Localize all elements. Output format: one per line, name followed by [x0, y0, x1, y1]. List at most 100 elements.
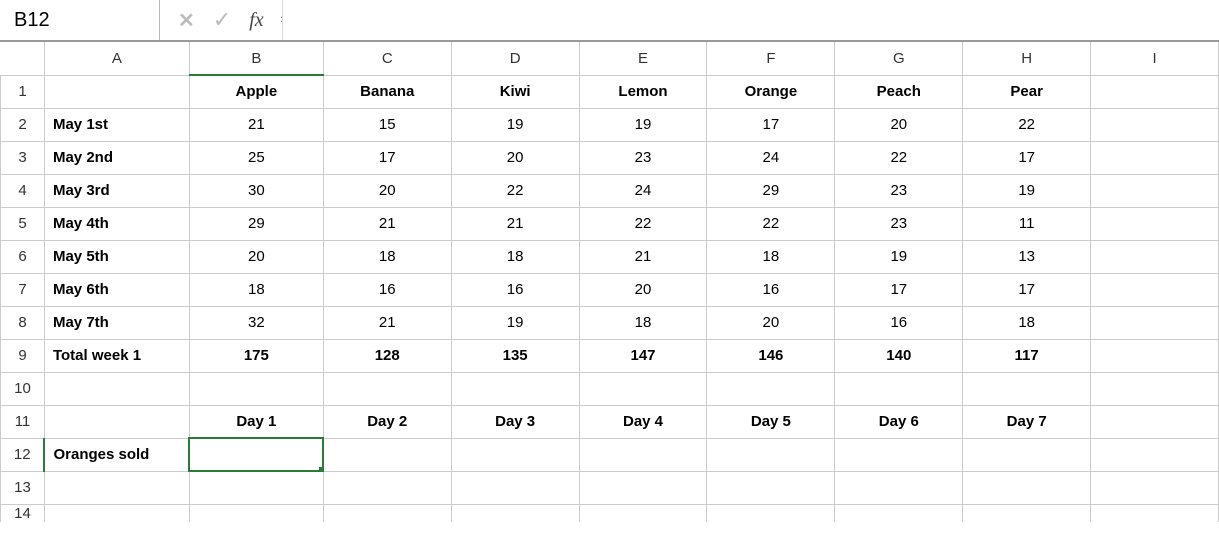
- cell-A4[interactable]: May 3rd: [44, 174, 189, 207]
- col-head-G[interactable]: G: [835, 42, 963, 75]
- cell-F5[interactable]: 22: [707, 207, 835, 240]
- col-head-D[interactable]: D: [451, 42, 579, 75]
- accept-icon[interactable]: ✓: [213, 7, 231, 33]
- cell-F4[interactable]: 29: [707, 174, 835, 207]
- cell-B5[interactable]: 29: [189, 207, 323, 240]
- cell-G11[interactable]: Day 6: [835, 405, 963, 438]
- cell-D2[interactable]: 19: [451, 108, 579, 141]
- cell-F7[interactable]: 16: [707, 273, 835, 306]
- cell-D10[interactable]: [451, 372, 579, 405]
- cell-F3[interactable]: 24: [707, 141, 835, 174]
- cell-C3[interactable]: 17: [323, 141, 451, 174]
- cell-D11[interactable]: Day 3: [451, 405, 579, 438]
- col-head-I[interactable]: I: [1091, 42, 1219, 75]
- cell-A3[interactable]: May 2nd: [44, 141, 189, 174]
- cell-B14[interactable]: [189, 504, 323, 522]
- cell-G13[interactable]: [835, 471, 963, 504]
- cell-F10[interactable]: [707, 372, 835, 405]
- cell-C12[interactable]: [323, 438, 451, 471]
- cell-H13[interactable]: [963, 471, 1091, 504]
- cell-I2[interactable]: [1091, 108, 1219, 141]
- cell-E3[interactable]: 23: [579, 141, 707, 174]
- cell-A2[interactable]: May 1st: [44, 108, 189, 141]
- cell-I4[interactable]: [1091, 174, 1219, 207]
- cell-H5[interactable]: 11: [963, 207, 1091, 240]
- cell-D5[interactable]: 21: [451, 207, 579, 240]
- row-head-3[interactable]: 3: [1, 141, 45, 174]
- cell-E6[interactable]: 21: [579, 240, 707, 273]
- cell-G1[interactable]: Peach: [835, 75, 963, 108]
- cell-F12[interactable]: [707, 438, 835, 471]
- cell-G9[interactable]: 140: [835, 339, 963, 372]
- cell-I5[interactable]: [1091, 207, 1219, 240]
- cell-B13[interactable]: [189, 471, 323, 504]
- cell-H1[interactable]: Pear: [963, 75, 1091, 108]
- cell-E4[interactable]: 24: [579, 174, 707, 207]
- fx-icon[interactable]: fx: [249, 9, 263, 32]
- cell-F8[interactable]: 20: [707, 306, 835, 339]
- cell-A7[interactable]: May 6th: [44, 273, 189, 306]
- cell-D3[interactable]: 20: [451, 141, 579, 174]
- cell-B6[interactable]: 20: [189, 240, 323, 273]
- cell-H9[interactable]: 117: [963, 339, 1091, 372]
- cell-F11[interactable]: Day 5: [707, 405, 835, 438]
- cell-C11[interactable]: Day 2: [323, 405, 451, 438]
- cell-C10[interactable]: [323, 372, 451, 405]
- cell-C9[interactable]: 128: [323, 339, 451, 372]
- cell-H2[interactable]: 22: [963, 108, 1091, 141]
- cell-A9[interactable]: Total week 1: [44, 339, 189, 372]
- cell-B9[interactable]: 175: [189, 339, 323, 372]
- cell-I9[interactable]: [1091, 339, 1219, 372]
- cell-A14[interactable]: [44, 504, 189, 522]
- cell-G14[interactable]: [835, 504, 963, 522]
- cell-E11[interactable]: Day 4: [579, 405, 707, 438]
- cell-G10[interactable]: [835, 372, 963, 405]
- cell-D14[interactable]: [451, 504, 579, 522]
- cell-C14[interactable]: [323, 504, 451, 522]
- cell-G6[interactable]: 19: [835, 240, 963, 273]
- row-head-8[interactable]: 8: [1, 306, 45, 339]
- cell-A6[interactable]: May 5th: [44, 240, 189, 273]
- cell-G3[interactable]: 22: [835, 141, 963, 174]
- cell-D7[interactable]: 16: [451, 273, 579, 306]
- col-head-B[interactable]: B: [189, 42, 323, 75]
- col-head-E[interactable]: E: [579, 42, 707, 75]
- cell-G7[interactable]: 17: [835, 273, 963, 306]
- cell-H3[interactable]: 17: [963, 141, 1091, 174]
- cell-E2[interactable]: 19: [579, 108, 707, 141]
- cell-H14[interactable]: [963, 504, 1091, 522]
- row-head-11[interactable]: 11: [1, 405, 45, 438]
- cell-H6[interactable]: 13: [963, 240, 1091, 273]
- cell-D12[interactable]: [451, 438, 579, 471]
- cell-H4[interactable]: 19: [963, 174, 1091, 207]
- cell-F6[interactable]: 18: [707, 240, 835, 273]
- cell-A13[interactable]: [44, 471, 189, 504]
- cell-C1[interactable]: Banana: [323, 75, 451, 108]
- cell-G2[interactable]: 20: [835, 108, 963, 141]
- col-head-F[interactable]: F: [707, 42, 835, 75]
- row-head-2[interactable]: 2: [1, 108, 45, 141]
- cell-B8[interactable]: 32: [189, 306, 323, 339]
- cell-E10[interactable]: [579, 372, 707, 405]
- cell-H7[interactable]: 17: [963, 273, 1091, 306]
- cell-G5[interactable]: 23: [835, 207, 963, 240]
- cell-C7[interactable]: 16: [323, 273, 451, 306]
- select-all-corner[interactable]: [1, 42, 45, 75]
- cell-C6[interactable]: 18: [323, 240, 451, 273]
- cell-I3[interactable]: [1091, 141, 1219, 174]
- row-head-1[interactable]: 1: [1, 75, 45, 108]
- cell-H8[interactable]: 18: [963, 306, 1091, 339]
- cell-B2[interactable]: 21: [189, 108, 323, 141]
- cell-D9[interactable]: 135: [451, 339, 579, 372]
- cell-D8[interactable]: 19: [451, 306, 579, 339]
- cell-A8[interactable]: May 7th: [44, 306, 189, 339]
- cell-F1[interactable]: Orange: [707, 75, 835, 108]
- cell-D13[interactable]: [451, 471, 579, 504]
- cell-A10[interactable]: [44, 372, 189, 405]
- cell-F2[interactable]: 17: [707, 108, 835, 141]
- cell-D4[interactable]: 22: [451, 174, 579, 207]
- cell-D6[interactable]: 18: [451, 240, 579, 273]
- col-head-A[interactable]: A: [44, 42, 189, 75]
- cell-B11[interactable]: Day 1: [189, 405, 323, 438]
- cell-I6[interactable]: [1091, 240, 1219, 273]
